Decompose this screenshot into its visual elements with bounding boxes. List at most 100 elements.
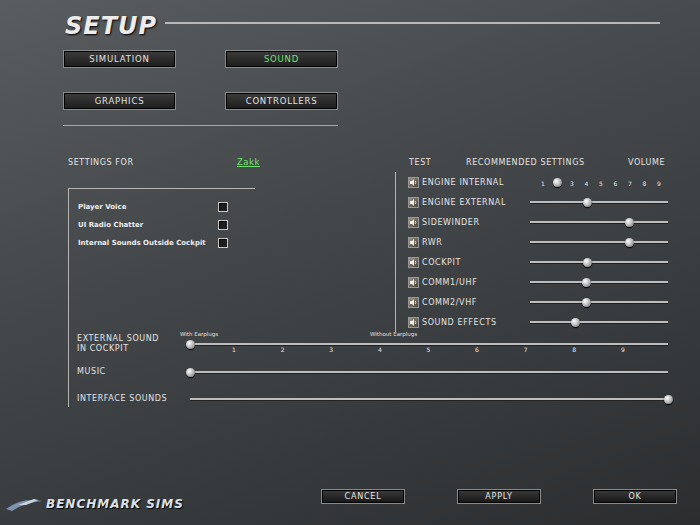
slider-track[interactable] [530,212,668,232]
option-row[interactable]: Player Voice [78,198,255,216]
test-button[interactable] [408,177,419,188]
test-button[interactable] [408,237,419,248]
slider-tick: 1 [232,347,236,353]
slider-knob[interactable] [582,278,591,287]
test-button[interactable] [408,257,419,268]
global-slider-label: MUSIC [77,367,169,377]
channel-label: SOUND EFFECTS [422,318,530,327]
slider-tick: 4 [378,347,382,353]
slider-track[interactable] [530,232,668,252]
channel-row: COMM1/UHF [408,272,668,292]
option-row[interactable]: Internal Sounds Outside Cockpit [78,234,255,252]
slider-tick: 3 [570,181,574,187]
global-slider-row: INTERFACE SOUNDS [77,391,700,407]
channel-label: COMM1/UHF [422,278,530,287]
title: SETUP [65,14,157,38]
option-label: Internal Sounds Outside Cockpit [78,239,218,247]
dialog-button[interactable]: APPLY [457,489,541,504]
test-button[interactable] [408,197,419,208]
test-button[interactable] [408,217,419,228]
dialog-button[interactable]: CANCEL [321,489,405,504]
slider-tick: 5 [599,181,603,187]
tab-grid: SIMULATION SOUND GRAPHICS CONTROLLERS [63,50,700,110]
speaker-icon [409,218,418,227]
slider-track[interactable] [530,312,668,332]
slider-track[interactable] [190,364,668,380]
settings-for-label: SETTINGS FOR [68,158,237,167]
slider-tick: 6 [475,347,479,353]
slider-knob[interactable] [553,178,562,187]
speaker-icon [409,278,418,287]
channel-label: ENGINE EXTERNAL [422,198,530,207]
channel-label: COMM2/VHF [422,298,530,307]
slider-tick: 4 [585,181,589,187]
option-label: UI Radio Chatter [78,221,218,229]
channel-list: ENGINE INTERNAL13456789ENGINE EXTERNALSI… [395,172,668,332]
slider-tick: 6 [614,181,618,187]
setup-screen: SETUPSIMULATIONSOUNDGRAPHICSCONTROLLERSS… [0,0,700,525]
test-button[interactable] [408,317,419,328]
option-row[interactable]: UI Radio Chatter [78,216,255,234]
slider-track[interactable] [190,391,668,407]
checkbox[interactable] [218,220,228,230]
checkbox[interactable] [218,238,228,248]
slider-knob[interactable] [571,318,580,327]
speaker-icon [409,238,418,247]
slider-knob[interactable] [186,368,195,377]
speaker-icon [409,198,418,207]
pilot-link[interactable]: Zakk [237,157,260,167]
global-slider-label: INTERFACE SOUNDS [77,394,169,404]
slider-knob[interactable] [583,258,592,267]
dialog-button[interactable]: OK [593,489,677,504]
channel-row: COCKPIT [408,252,668,272]
slider-tick: 7 [628,181,632,187]
scale-label: With Earplugs [180,332,218,338]
tab[interactable]: SIMULATION [63,50,176,68]
slider-knob[interactable] [625,218,634,227]
slider-track[interactable] [530,272,668,292]
slider-track[interactable] [530,192,668,212]
slider-tick: 8 [572,347,576,353]
tab[interactable]: CONTROLLERS [225,92,338,110]
slider-track[interactable]: 13456789 [530,172,668,192]
column-header: TEST [395,158,466,167]
slider-tick: 8 [643,181,647,187]
title-rule [165,22,660,24]
speaker-icon [409,258,418,267]
slider-tick: 9 [621,347,625,353]
checkbox[interactable] [218,202,228,212]
test-button[interactable] [408,297,419,308]
channel-row: ENGINE EXTERNAL [408,192,668,212]
options-column: SETTINGS FORZakk Player Voice UI Radio Cha… [68,154,395,332]
jet-logo-icon [4,493,44,515]
slider-knob[interactable] [664,395,673,404]
slider-knob[interactable] [583,198,592,207]
dialog-buttons: CANCEL APPLY OK [321,489,677,504]
slider-tick: 1 [541,181,545,187]
bottom-bar: BENCHMARK SIMS CANCEL APPLY OK [0,489,700,525]
slider-track[interactable] [530,292,668,312]
slider-knob[interactable] [582,298,591,307]
channel-label: SIDEWINDER [422,218,530,227]
channel-label: RWR [422,238,530,247]
logo-text: BENCHMARK SIMS [46,497,184,511]
channel-row: SIDEWINDER [408,212,668,232]
speaker-icon [409,318,418,327]
tab[interactable]: SOUND [225,50,338,68]
tab[interactable]: GRAPHICS [63,92,176,110]
channel-label: ENGINE INTERNAL [422,178,530,187]
slider-track[interactable]: With EarplugsWithout Earplugs123456789 [190,332,668,356]
test-button[interactable] [408,277,419,288]
option-label: Player Voice [78,203,218,211]
global-sliders: EXTERNAL SOUND IN COCKPITWith EarplugsWi… [68,332,700,407]
scale-label: Without Earplugs [370,332,417,338]
slider-knob[interactable] [186,340,195,349]
slider-tick: 7 [524,347,528,353]
slider-tick: 5 [426,347,430,353]
slider-knob[interactable] [625,238,634,247]
column-header: VOLUME [628,158,665,167]
slider-track[interactable] [530,252,668,272]
logo: BENCHMARK SIMS [0,493,184,515]
channel-row: SOUND EFFECTS [408,312,668,332]
column-header: RECOMMENDED SETTINGS [466,158,628,167]
